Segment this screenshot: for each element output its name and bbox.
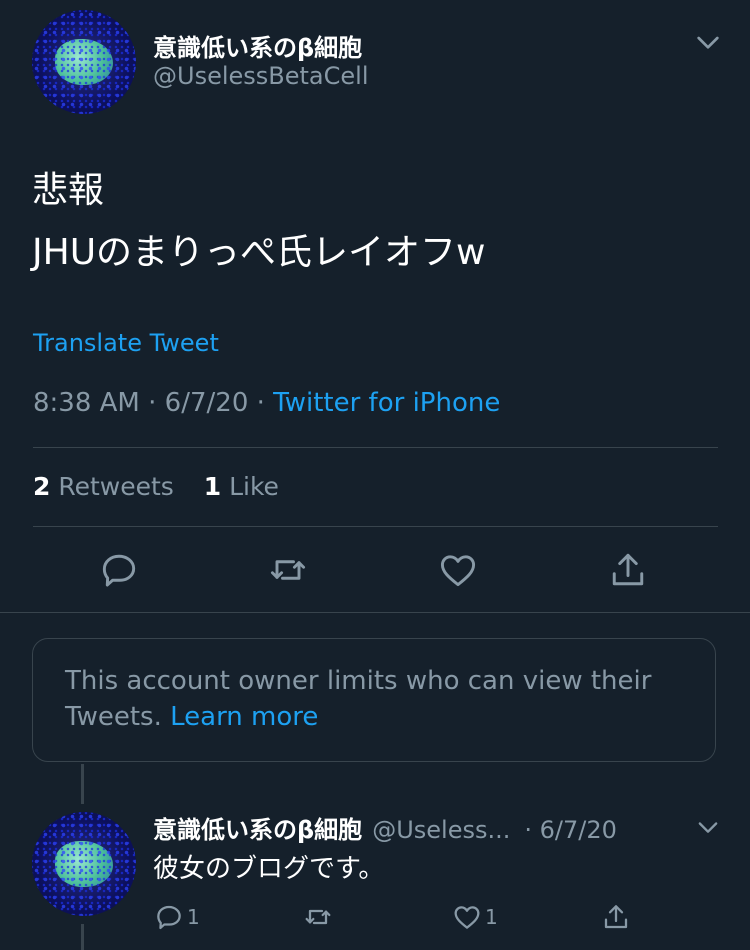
reply-date: · 6/7/20 [524, 816, 617, 844]
like-count: 1 [485, 905, 498, 929]
section-divider [0, 612, 750, 613]
like-icon[interactable] [436, 548, 480, 592]
reply-author-handle[interactable]: @Useless... [372, 816, 510, 844]
engagement-stats: 2 Retweets 1 Like [33, 472, 279, 501]
thread-line [81, 924, 84, 950]
share-icon[interactable] [606, 548, 650, 592]
retweet-icon[interactable] [266, 548, 310, 592]
reply-header: 意識低い系のβ細胞 @Useless... · 6/7/20 [153, 810, 617, 845]
chevron-down-icon[interactable] [694, 813, 722, 841]
retweet-icon [305, 909, 331, 925]
share-icon [604, 905, 628, 929]
reply-icon[interactable] [97, 548, 141, 592]
reply-icon [157, 905, 181, 930]
author-display-name[interactable]: 意識低い系のβ細胞 [153, 28, 362, 63]
reply-count: 1 [187, 905, 200, 929]
reply-like-button[interactable]: 1 [451, 900, 498, 934]
chevron-down-icon[interactable] [692, 26, 724, 58]
like-icon [454, 906, 480, 929]
author-handle[interactable]: @UselessBetaCell [153, 62, 368, 90]
tweet-text-line: 悲報 [32, 170, 105, 211]
reply-author-name[interactable]: 意識低い系のβ細胞 [153, 816, 362, 844]
author-avatar[interactable] [32, 10, 136, 114]
translate-tweet-link[interactable]: Translate Tweet [33, 329, 219, 357]
reply-text: 彼女のブログです。 [153, 854, 385, 884]
reply-share-button[interactable] [600, 900, 632, 934]
tweet-source-link[interactable]: Twitter for iPhone [273, 388, 500, 418]
notice-text: This account owner limits who can view t… [65, 666, 652, 732]
tweet-text: 悲報 JHUのまりっぺ氏レイオフw [32, 160, 485, 284]
tweet-text-line: JHUのまりっぺ氏レイオフw [32, 232, 486, 273]
reply-retweet-button[interactable] [302, 900, 334, 934]
learn-more-link[interactable]: Learn more [170, 702, 318, 732]
tweet-time: 8:38 AM [33, 388, 140, 418]
reply-reply-button[interactable]: 1 [153, 900, 200, 934]
restricted-account-notice: This account owner limits who can view t… [32, 638, 716, 762]
thread-line [81, 764, 84, 804]
reply-author-avatar[interactable] [32, 812, 136, 916]
likes-stat[interactable]: 1 Like [204, 472, 279, 501]
divider [33, 526, 718, 527]
divider [33, 447, 718, 448]
tweet-date: 6/7/20 [164, 388, 249, 418]
retweets-stat[interactable]: 2 Retweets [33, 472, 174, 501]
tweet-detail-screen: 意識低い系のβ細胞 @UselessBetaCell 悲報 JHUのまりっぺ氏レ… [0, 0, 750, 950]
tweet-meta: 8:38 AM · 6/7/20 · Twitter for iPhone [33, 388, 501, 418]
